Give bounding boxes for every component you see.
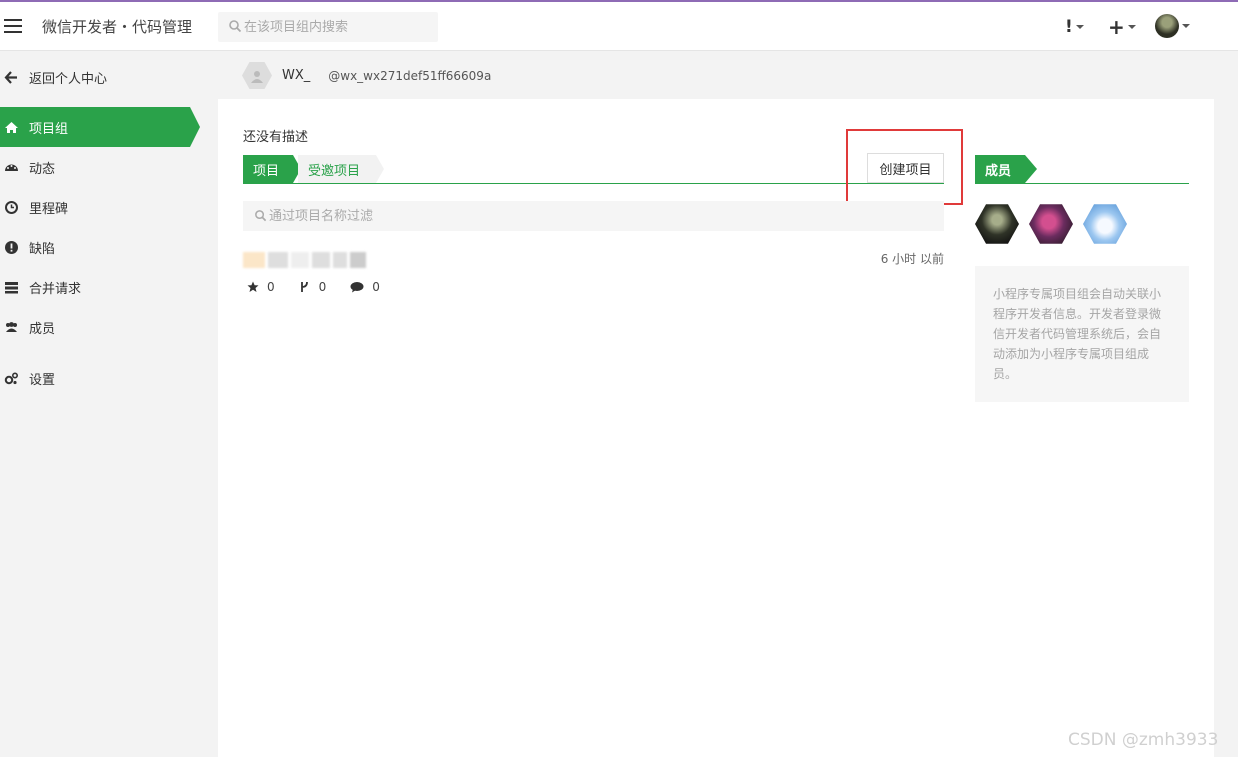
tab-projects[interactable]: 项目 (243, 155, 301, 183)
back-to-profile-link[interactable]: 返回个人中心 (0, 62, 218, 92)
group-owner-bar: WX_ @wx_wx271def51ff66609a (218, 52, 1214, 99)
merge-icon (5, 281, 18, 293)
alert-icon (5, 240, 18, 254)
avatar (1155, 14, 1179, 38)
sidebar-item-label: 里程碑 (29, 201, 69, 217)
sidebar-item-label: 合并请求 (29, 281, 82, 297)
alert-icon: ! (1065, 17, 1073, 37)
user-icon (251, 70, 263, 83)
project-tabs: 项目 受邀项目 (243, 155, 944, 184)
sidebar: 返回个人中心 项目组 动态 里程碑 缺陷 合并请求 成员 设置 (0, 52, 218, 757)
dashboard-icon (5, 164, 18, 171)
top-bar: 微信开发者・代码管理 ! + (0, 0, 1238, 51)
sidebar-item-label: 项目组 (29, 121, 69, 137)
project-stats: 0 0 0 (247, 280, 380, 294)
sidebar-item-milestones[interactable]: 里程碑 (0, 187, 218, 227)
back-label: 返回个人中心 (29, 71, 108, 87)
member-avatar[interactable] (1029, 204, 1073, 244)
plus-icon: + (1108, 15, 1125, 39)
sidebar-item-issues[interactable]: 缺陷 (0, 227, 218, 267)
members-header: 成员 (975, 155, 1189, 184)
hamburger-icon[interactable] (4, 19, 22, 33)
sidebar-item-members[interactable]: 成员 (0, 307, 218, 347)
create-dropdown[interactable]: + (1108, 16, 1136, 38)
create-project-button[interactable]: 创建项目 (867, 153, 944, 183)
user-menu[interactable] (1155, 14, 1190, 38)
alerts-dropdown[interactable]: ! (1065, 16, 1084, 38)
sidebar-item-settings[interactable]: 设置 (0, 358, 218, 398)
top-search-box[interactable] (218, 12, 438, 42)
group-description: 还没有描述 (243, 130, 309, 145)
project-list-item[interactable]: 6 小时 以前 0 0 0 (243, 242, 944, 302)
arrow-left-icon (4, 70, 17, 84)
owner-handle: @wx_wx271def51ff66609a (328, 68, 492, 83)
clock-icon (5, 200, 18, 214)
sidebar-item-groups[interactable]: 项目组 (0, 107, 200, 147)
chevron-down-icon (1127, 25, 1136, 29)
sidebar-item-label: 成员 (29, 321, 56, 337)
chevron-down-icon (1182, 24, 1190, 28)
project-name-redacted[interactable] (243, 245, 378, 275)
tab-members[interactable]: 成员 (975, 155, 1037, 183)
avatar[interactable] (242, 62, 272, 89)
star-count[interactable]: 0 (247, 280, 275, 294)
sidebar-item-activity[interactable]: 动态 (0, 147, 218, 187)
home-icon (5, 121, 18, 133)
project-filter[interactable] (243, 201, 944, 231)
members-info-note: 小程序专属项目组会自动关联小程序开发者信息。开发者登录微信开发者代码管理系统后，… (975, 266, 1189, 402)
tab-invited-projects[interactable]: 受邀项目 (298, 155, 384, 183)
project-filter-input[interactable] (269, 205, 929, 227)
sidebar-item-label: 设置 (29, 372, 56, 388)
watermark-text: CSDN @zmh3933 (1068, 730, 1219, 750)
top-search-input[interactable] (244, 16, 434, 38)
comment-count[interactable]: 0 (350, 280, 380, 294)
owner-name[interactable]: WX_ (282, 68, 310, 83)
gears-icon (4, 371, 19, 384)
app-title[interactable]: 微信开发者・代码管理 (42, 16, 192, 37)
main-panel: 还没有描述 项目 受邀项目 创建项目 6 小时 以前 0 0 (218, 99, 1214, 757)
search-icon (255, 210, 267, 222)
sidebar-item-label: 动态 (29, 161, 56, 177)
fork-icon (300, 281, 308, 292)
chevron-down-icon (1075, 25, 1084, 29)
comment-icon (350, 282, 364, 293)
sidebar-item-label: 缺陷 (29, 241, 56, 257)
member-avatar[interactable] (975, 204, 1019, 244)
project-updated-time: 6 小时 以前 (880, 252, 944, 266)
search-icon (229, 20, 242, 33)
users-icon (6, 321, 17, 332)
member-avatar[interactable] (1083, 204, 1127, 244)
star-icon (247, 281, 259, 292)
fork-count[interactable]: 0 (299, 280, 326, 294)
sidebar-item-merge-requests[interactable]: 合并请求 (0, 267, 218, 307)
